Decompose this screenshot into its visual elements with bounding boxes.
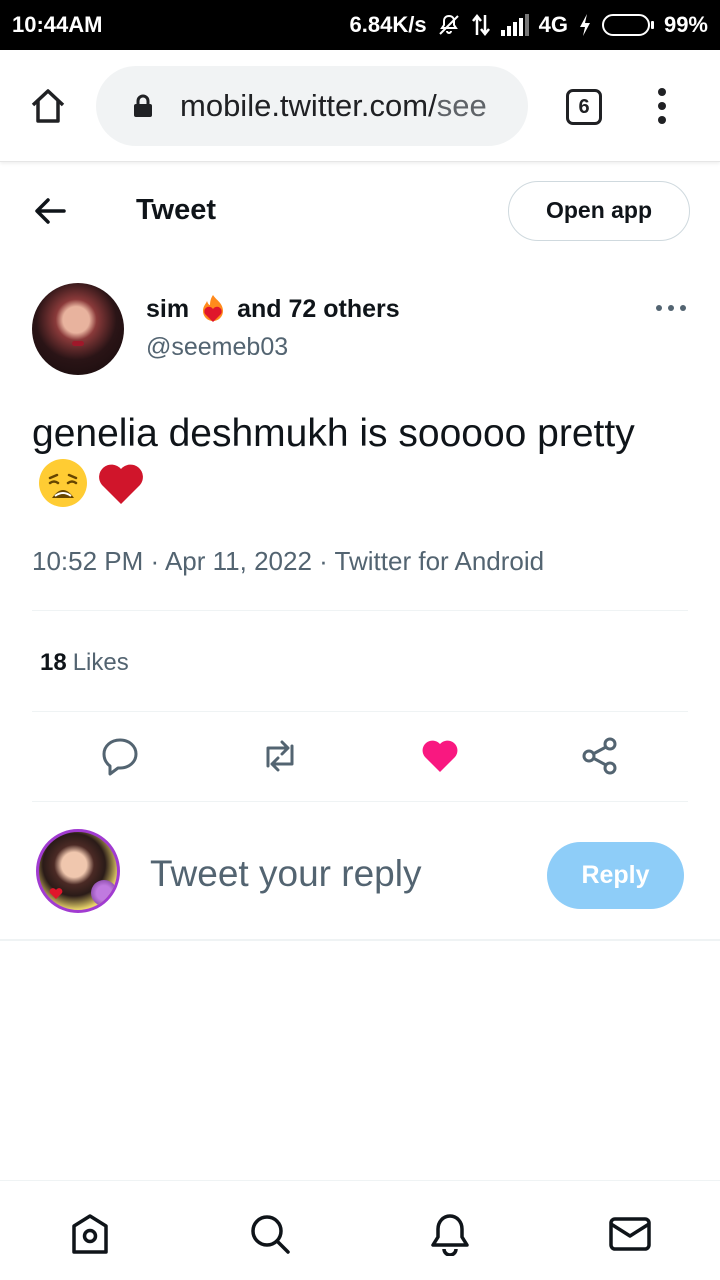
bottom-nav xyxy=(0,1180,720,1280)
like-label: Likes xyxy=(72,649,129,676)
messages-icon[interactable] xyxy=(608,1212,652,1256)
battery-percent: 99% xyxy=(663,12,708,37)
search-icon[interactable] xyxy=(248,1212,292,1256)
tweet-emoji xyxy=(38,458,146,508)
home-icon[interactable] xyxy=(68,1212,112,1256)
author-suffix: and 72 others xyxy=(237,294,400,323)
browser-menu-icon[interactable] xyxy=(652,88,672,128)
lock-icon xyxy=(134,94,152,117)
weary-face-icon xyxy=(39,458,87,507)
divider xyxy=(0,939,720,941)
open-app-button[interactable]: Open app xyxy=(508,181,690,241)
status-right: 6.84K/s 4G 99% xyxy=(350,12,708,38)
red-heart-icon xyxy=(99,464,143,504)
reply-input[interactable]: Tweet your reply xyxy=(150,853,421,895)
notifications-icon[interactable] xyxy=(428,1212,472,1256)
reply-icon[interactable] xyxy=(100,736,140,776)
avatar-badge xyxy=(91,880,117,906)
heart-on-fire-icon xyxy=(203,295,224,322)
heart-sticker-icon xyxy=(49,888,63,899)
back-arrow-icon[interactable] xyxy=(30,194,70,228)
page-title: Tweet xyxy=(136,194,217,226)
network-type: 4G xyxy=(538,12,568,37)
author-name[interactable]: sim and 72 others xyxy=(146,293,400,325)
mute-icon xyxy=(438,14,459,35)
retweet-icon[interactable] xyxy=(260,736,300,776)
author-display-name: sim xyxy=(146,294,190,323)
address-bar[interactable]: mobile.twitter.com/see xyxy=(96,66,528,146)
signal-icon xyxy=(500,14,529,36)
status-time: 10:44AM xyxy=(12,12,103,37)
share-icon[interactable] xyxy=(580,736,620,776)
author-handle[interactable]: @seemeb03 xyxy=(146,333,288,362)
tab-switcher-button[interactable]: 6 xyxy=(566,89,602,125)
divider xyxy=(32,711,688,712)
url-host: mobile.twitter.com/ xyxy=(180,88,437,123)
browser-home-icon[interactable] xyxy=(28,86,68,126)
tweet-text: genelia deshmukh is sooooo pretty xyxy=(32,410,682,508)
url-path: see xyxy=(436,88,487,123)
more-options-icon[interactable] xyxy=(656,302,686,314)
divider xyxy=(32,801,688,802)
url-text: mobile.twitter.com/see xyxy=(180,88,487,124)
tweet-timestamp: 10:52 PM · Apr 11, 2022 · Twitter for An… xyxy=(32,546,545,576)
status-bar: 10:44AM 6.84K/s 4G 99% xyxy=(0,0,720,50)
user-avatar xyxy=(36,829,120,913)
likes-count[interactable]: 18 Likes xyxy=(40,649,129,677)
net-speed: 6.84K/s xyxy=(349,12,427,37)
reply-button[interactable]: Reply xyxy=(547,842,684,909)
tweet-body: genelia deshmukh is sooooo pretty xyxy=(32,412,635,455)
like-number: 18 xyxy=(40,649,67,676)
divider xyxy=(32,610,688,611)
browser-toolbar: mobile.twitter.com/see 6 xyxy=(0,50,720,162)
like-icon[interactable] xyxy=(420,736,460,776)
data-arrows-icon xyxy=(471,13,490,37)
battery-icon xyxy=(601,14,654,36)
tweet-actions xyxy=(0,736,720,780)
charging-icon xyxy=(579,14,590,36)
author-avatar[interactable] xyxy=(32,283,124,375)
